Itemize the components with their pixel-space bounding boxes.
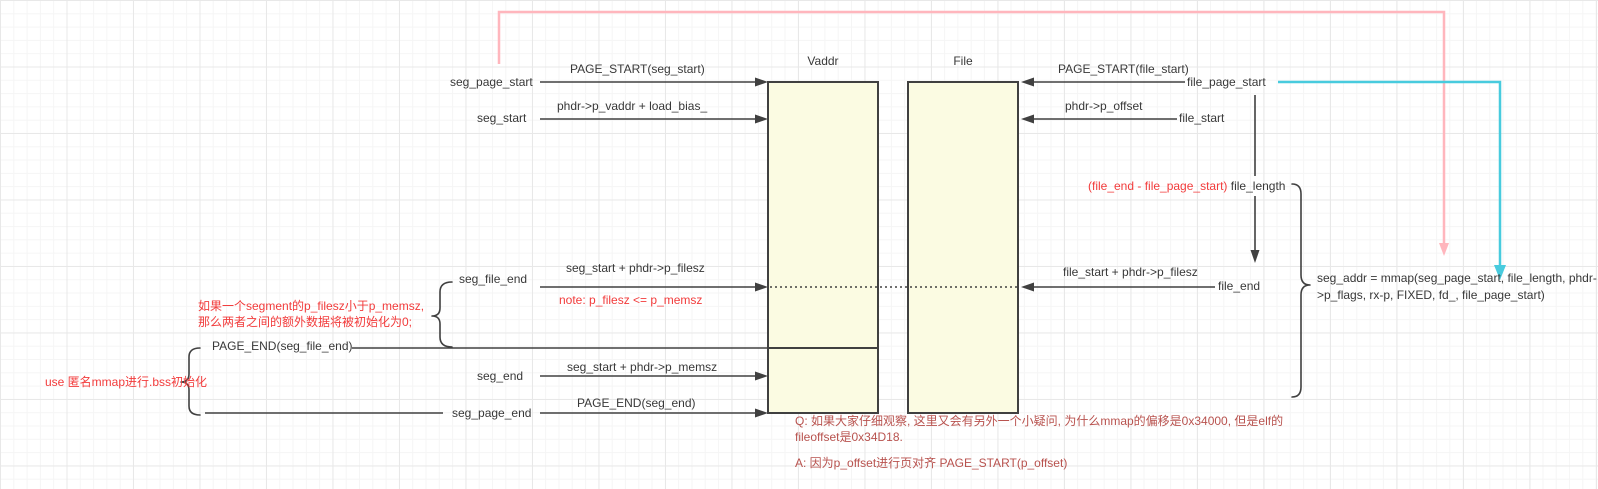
cyan-connector bbox=[1278, 80, 1506, 280]
label-page-end-seg-file-end: PAGE_END(seg_file_end) bbox=[212, 339, 353, 353]
vaddr-column-header: Vaddr bbox=[807, 54, 839, 68]
label-file-end: file_end bbox=[1218, 279, 1261, 293]
label-file-filesz-formula: file_start + phdr->p_filesz bbox=[1063, 265, 1198, 279]
label-file-page-start: file_page_start bbox=[1187, 75, 1266, 89]
label-file-length: file_length bbox=[1230, 179, 1286, 193]
label-page-end-seg-end: PAGE_END(seg_end) bbox=[577, 396, 696, 410]
label-offset-formula: phdr->p_offset bbox=[1065, 99, 1143, 113]
label-file-length-formula: (file_end - file_page_start) bbox=[1088, 179, 1228, 193]
vaddr-box bbox=[767, 81, 879, 414]
label-page-start-seg-start: PAGE_START(seg_start) bbox=[570, 62, 705, 76]
label-file-length-group: (file_end - file_page_start) file_length bbox=[1088, 179, 1285, 193]
label-page-start-file-start: PAGE_START(file_start) bbox=[1058, 62, 1189, 76]
label-seg-file-end: seg_file_end bbox=[459, 272, 528, 286]
label-seg-end: seg_end bbox=[477, 369, 524, 383]
file-box bbox=[907, 81, 1019, 414]
label-filesz-note: note: p_filesz <= p_memsz bbox=[559, 293, 703, 307]
file-column-header: File bbox=[953, 54, 973, 68]
annotation-question-line2: fileoffset是0x34D18. bbox=[795, 430, 903, 444]
annotation-question-line1: Q: 如果大家仔细观察, 这里又会有另外一个小疑问, 为什么mmap的偏移是0x… bbox=[795, 414, 1284, 428]
label-seg-page-end: seg_page_end bbox=[452, 406, 532, 420]
label-memsz-formula: seg_start + phdr->p_memsz bbox=[567, 360, 718, 374]
annotation-filesz-note-line2: 那么两者之间的额外数据将被初始化为0; bbox=[198, 315, 413, 329]
brace-filesz-gap bbox=[431, 281, 453, 348]
annotation-answer-line: A: 因为p_offset进行页对齐 PAGE_START(p_offset) bbox=[795, 456, 1068, 470]
label-file-start: file_start bbox=[1179, 111, 1225, 125]
label-filesz-formula: seg_start + phdr->p_filesz bbox=[566, 261, 705, 275]
label-seg-page-start: seg_page_start bbox=[450, 75, 533, 89]
label-seg-start: seg_start bbox=[477, 111, 527, 125]
label-mmap-call-line2: >p_flags, rx-p, FIXED, fd_, file_page_st… bbox=[1317, 288, 1545, 302]
annotation-anon-mmap: use 匿名mmap进行.bss初始化 bbox=[45, 375, 208, 389]
label-vaddr-formula: phdr->p_vaddr + load_bias_ bbox=[557, 99, 708, 113]
label-mmap-call-line1: seg_addr = mmap(seg_page_start, file_len… bbox=[1317, 271, 1597, 285]
left-arrowheads bbox=[755, 77, 768, 418]
brace-mmap-call bbox=[1291, 183, 1311, 398]
diagram-canvas: Vaddr File seg_page_start PAGE_START(seg… bbox=[0, 0, 1598, 489]
annotation-filesz-note-line1: 如果一个segment的p_filesz小于p_memsz, bbox=[198, 299, 425, 313]
